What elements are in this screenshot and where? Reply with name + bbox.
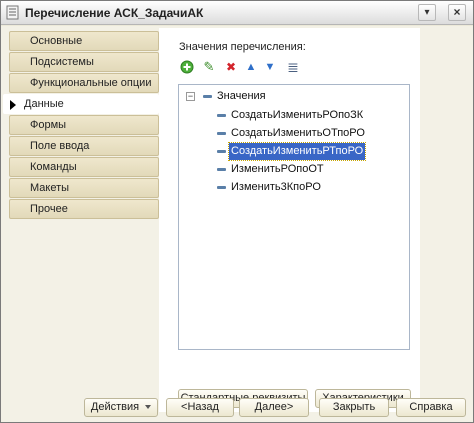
enum-editor-window: Перечисление АСК_ЗадачиАК ▾ × Основные П… xyxy=(0,0,474,423)
window-close-button[interactable]: × xyxy=(448,4,466,21)
actions-menu-button[interactable]: Действия xyxy=(84,398,158,417)
title-bar: Перечисление АСК_ЗадачиАК ▾ × xyxy=(1,1,473,25)
nav-item-functional-options[interactable]: Функциональные опции xyxy=(9,73,159,93)
section-nav: Основные Подсистемы Функциональные опции… xyxy=(3,31,159,220)
nav-item-commands[interactable]: Команды xyxy=(9,157,159,177)
next-button[interactable]: Далее> xyxy=(239,398,309,417)
tree-item-label: СоздатьИзменитьРОпоЗК xyxy=(231,109,364,121)
nav-item-other[interactable]: Прочее xyxy=(9,199,159,219)
nav-item-subsystems[interactable]: Подсистемы xyxy=(9,52,159,72)
enum-value-icon xyxy=(217,168,226,171)
tree-item[interactable]: ИзменитьРОпоОТ xyxy=(179,161,409,178)
close-button[interactable]: Закрыть xyxy=(319,398,389,417)
actions-label: Действия xyxy=(90,401,140,413)
nav-item-templates[interactable]: Макеты xyxy=(9,178,159,198)
enum-value-icon xyxy=(217,186,226,189)
tree-root[interactable]: − Значения xyxy=(179,88,409,105)
nav-item-label: Данные xyxy=(24,98,64,110)
document-icon xyxy=(6,5,19,20)
enum-value-icon xyxy=(217,114,226,117)
tree-item[interactable]: СоздатьИзменитьРОпоЗК xyxy=(179,107,409,124)
values-toolbar: ✎ ✖ ▲ ▼ ≣ xyxy=(179,59,319,77)
nav-item-label: Прочее xyxy=(30,203,68,215)
nav-item-label: Поле ввода xyxy=(30,140,90,152)
tree-item-label: Изменить3КпоРО xyxy=(231,181,321,193)
collapse-icon[interactable]: − xyxy=(186,92,195,101)
delete-button[interactable]: ✖ xyxy=(223,59,239,75)
help-button[interactable]: Справка xyxy=(396,398,466,417)
nav-item-forms[interactable]: Формы xyxy=(9,115,159,135)
nav-item-basic[interactable]: Основные xyxy=(9,31,159,51)
nav-item-label: Подсистемы xyxy=(30,56,94,68)
enum-values-icon xyxy=(203,95,212,98)
move-up-icon: ▲ xyxy=(245,61,257,73)
window-title: Перечисление АСК_ЗадачиАК xyxy=(25,6,204,20)
tree-item-selected[interactable]: СоздатьИзменитьРТпоРО xyxy=(179,142,409,161)
tree-item-label: СоздатьИзменитьОТпоРО xyxy=(231,127,365,139)
window-body: Основные Подсистемы Функциональные опции… xyxy=(1,26,473,422)
move-up-button[interactable]: ▲ xyxy=(243,59,259,75)
data-panel: Значения перечисления: ✎ ✖ ▲ ▼ ≣ − Значе… xyxy=(159,28,420,412)
sort-button[interactable]: ≣ xyxy=(285,59,301,75)
edit-button[interactable]: ✎ xyxy=(201,59,217,75)
nav-item-label: Функциональные опции xyxy=(30,77,152,89)
enum-values-label: Значения перечисления: xyxy=(179,41,306,53)
enum-value-icon xyxy=(217,150,226,153)
active-marker-icon xyxy=(10,100,16,110)
nav-item-label: Формы xyxy=(30,119,67,131)
add-button[interactable] xyxy=(179,59,195,75)
nav-item-data[interactable]: Данные xyxy=(3,94,159,114)
move-down-icon: ▼ xyxy=(264,61,276,73)
tree-item-label: ИзменитьРОпоОТ xyxy=(231,163,324,175)
values-tree[interactable]: − Значения СоздатьИзменитьРОпоЗК Создать… xyxy=(178,84,410,350)
tree-root-label: Значения xyxy=(217,90,266,102)
nav-item-label: Основные xyxy=(30,35,83,47)
nav-item-input-field[interactable]: Поле ввода xyxy=(9,136,159,156)
chevron-down-icon xyxy=(145,405,152,410)
sort-list-icon: ≣ xyxy=(287,59,299,75)
move-down-button[interactable]: ▼ xyxy=(262,59,278,75)
chevron-down-icon: ▾ xyxy=(424,7,430,18)
tree-item[interactable]: Изменить3КпоРО xyxy=(179,179,409,196)
close-icon: × xyxy=(453,5,461,19)
enum-value-icon xyxy=(217,132,226,135)
window-menu-button[interactable]: ▾ xyxy=(418,4,436,21)
tree-item[interactable]: СоздатьИзменитьОТпоРО xyxy=(179,125,409,142)
add-icon xyxy=(180,60,194,74)
delete-icon: ✖ xyxy=(225,60,237,74)
nav-item-label: Макеты xyxy=(30,182,70,194)
back-button[interactable]: <Назад xyxy=(166,398,234,417)
tree-item-label: СоздатьИзменитьРТпоРО xyxy=(227,142,367,161)
edit-pencil-icon: ✎ xyxy=(203,59,215,74)
nav-item-label: Команды xyxy=(30,161,77,173)
